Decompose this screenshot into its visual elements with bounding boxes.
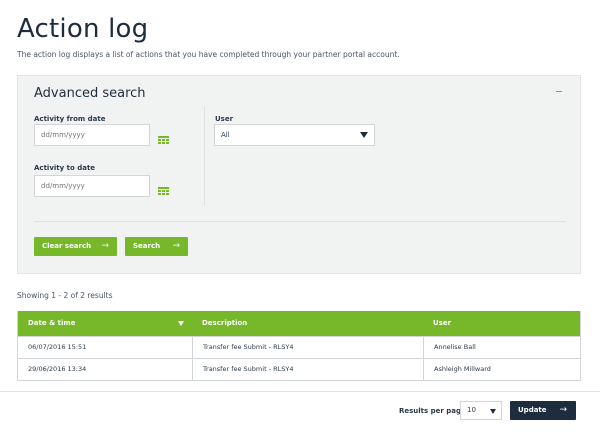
table-header: Date & time Description User — [18, 311, 580, 336]
update-label: Update — [518, 406, 547, 414]
column-header-label: Date & time — [28, 319, 76, 327]
user-select[interactable]: All — [214, 124, 375, 146]
table-row: 06/07/2016 15:51 Transfer fee Submit - R… — [18, 336, 580, 358]
cell-user: Ashleigh Millward — [423, 359, 580, 380]
page-title: Action log — [17, 14, 149, 44]
search-label: Search — [133, 242, 161, 250]
column-header-description: Description — [202, 319, 248, 327]
minus-icon[interactable] — [556, 91, 562, 92]
footer-divider — [0, 391, 600, 392]
activity-to-label: Activity to date — [34, 164, 96, 172]
activity-to-input[interactable] — [34, 175, 150, 197]
user-select-value: All — [221, 131, 230, 139]
calendar-icon[interactable] — [158, 182, 169, 195]
results-per-page-select[interactable]: 10 — [460, 401, 502, 420]
arrow-right-icon: → — [172, 241, 180, 251]
cell-description: Transfer fee Submit - RLSY4 — [192, 337, 423, 358]
calendar-icon[interactable] — [158, 131, 169, 144]
advanced-search-title: Advanced search — [34, 86, 146, 101]
section-divider — [34, 221, 566, 222]
user-label: User — [215, 115, 234, 123]
cell-user: Annelise Ball — [423, 337, 580, 358]
advanced-search-panel: Advanced search Activity from date Activ… — [17, 75, 581, 274]
update-button[interactable]: Update → — [510, 401, 576, 420]
caret-down-icon — [490, 409, 496, 414]
sort-down-icon[interactable] — [178, 321, 184, 326]
caret-down-icon — [360, 132, 368, 138]
column-header-date[interactable]: Date & time — [18, 311, 192, 336]
results-per-page-value: 10 — [467, 406, 476, 414]
activity-from-label: Activity from date — [34, 115, 106, 123]
results-per-page-label: Results per page — [399, 407, 466, 415]
results-count: Showing 1 - 2 of 2 results — [17, 291, 113, 300]
clear-search-button[interactable]: Clear search → — [34, 237, 117, 256]
action-log-table: Date & time Description User 06/07/2016 … — [17, 311, 581, 381]
cell-date: 29/06/2016 13:34 — [28, 365, 87, 373]
column-header-user: User — [433, 319, 452, 327]
activity-from-input[interactable] — [34, 124, 150, 146]
column-divider — [204, 106, 205, 206]
table-row: 29/06/2016 13:34 Transfer fee Submit - R… — [18, 358, 580, 380]
clear-search-label: Clear search — [42, 242, 92, 250]
cell-description: Transfer fee Submit - RLSY4 — [192, 359, 423, 380]
search-button[interactable]: Search → — [125, 237, 188, 256]
cell-date: 06/07/2016 15:51 — [28, 343, 87, 351]
arrow-right-icon: → — [101, 241, 109, 251]
page-intro: The action log displays a list of action… — [17, 50, 400, 59]
arrow-right-icon: → — [559, 405, 567, 415]
